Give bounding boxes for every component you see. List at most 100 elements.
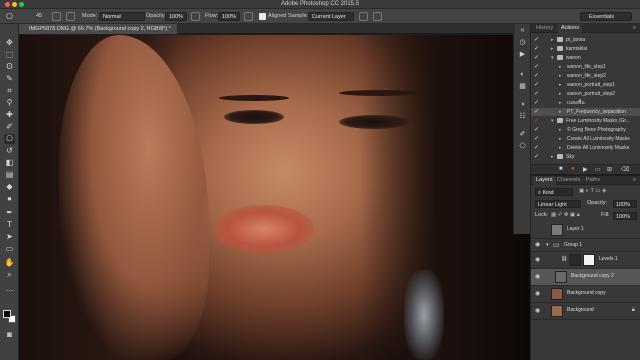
eyedropper-tool-icon[interactable]: ⚲ (4, 98, 15, 108)
mask-thumbnail[interactable] (583, 254, 595, 266)
zoom-tool-icon[interactable]: ⌕ (4, 270, 15, 280)
layer-name[interactable]: Background copy (567, 290, 606, 296)
expand-arrow-icon[interactable]: ▸ (559, 81, 562, 89)
collapse-arrows-icon[interactable]: « (518, 26, 527, 35)
layer-name[interactable]: Background (567, 307, 594, 313)
collapse-arrow-icon[interactable]: ▾ (551, 117, 554, 125)
tab-history[interactable]: History (533, 24, 556, 33)
ignore-adjustment-layers-icon[interactable] (359, 12, 368, 21)
check-icon[interactable]: ✓ (534, 126, 539, 134)
visibility-off-icon[interactable] (535, 227, 541, 233)
layer-name[interactable]: Layer 1 (567, 226, 584, 232)
check-icon[interactable]: ✓ (534, 117, 539, 125)
opacity-field[interactable]: 100% (165, 12, 187, 21)
expand-arrow-icon[interactable]: ▸ (559, 63, 562, 71)
eye-icon[interactable]: ◉ (535, 257, 541, 263)
quick-select-tool-icon[interactable]: ✎ (4, 74, 15, 84)
check-icon[interactable]: ✓ (534, 36, 539, 44)
move-tool-icon[interactable]: ✥ (4, 38, 15, 48)
action-set-luminosity[interactable]: ✓ ▾ Free Luminosity Masks (Gr... (531, 117, 640, 125)
clone-source-icon[interactable]: ⎔ (518, 142, 527, 151)
aligned-checkbox[interactable] (259, 13, 266, 20)
action-set-pt-lanna[interactable]: ✓ ▸ pt_lanna (531, 36, 640, 44)
clone-source-panel-icon[interactable] (66, 12, 75, 21)
clone-stamp-preset-icon[interactable]: ⎔ (6, 12, 15, 21)
lasso-tool-icon[interactable]: ʘ (4, 62, 15, 72)
crop-tool-icon[interactable]: ⌗ (4, 86, 15, 96)
check-icon[interactable]: ✓ (534, 54, 539, 62)
brush-size-value[interactable]: 45 (36, 12, 42, 21)
healing-tool-icon[interactable]: ✚ (4, 110, 15, 120)
check-icon[interactable]: ✓ (534, 144, 539, 152)
expand-arrow-icon[interactable]: ▸ (559, 72, 562, 80)
check-icon[interactable]: ✓ (534, 72, 539, 80)
hand-tool-icon[interactable]: ✋ (4, 258, 15, 268)
expand-arrow-icon[interactable]: ▸ (559, 99, 562, 107)
marquee-tool-icon[interactable]: ⬚ (4, 50, 15, 60)
check-icon[interactable]: ✓ (534, 45, 539, 53)
layer-name[interactable]: Group 1 (564, 242, 582, 248)
document-canvas[interactable] (19, 35, 530, 360)
new-set-icon[interactable]: ▭ (595, 166, 601, 173)
layer-row-background-copy-2[interactable]: ◉ Background copy 2 (531, 269, 640, 286)
action-item[interactable]: ✓ ▸ Create All Luminosity Masks (531, 135, 640, 143)
play-icon[interactable]: ▶ (583, 166, 588, 173)
layer-row-group-1[interactable]: ◉ ▾ ▭ Group 1 (531, 239, 640, 252)
history-icon[interactable]: ◷ (518, 38, 527, 47)
sample-select[interactable]: Current Layer (308, 12, 354, 21)
flow-field[interactable]: 100% (218, 12, 240, 21)
action-item-selected[interactable]: ✓ ▸ PT_Frequency_separation (531, 108, 640, 116)
eye-icon[interactable]: ◉ (535, 291, 541, 297)
expand-arrow-icon[interactable]: ▸ (551, 153, 554, 161)
expand-arrow-icon[interactable]: ▸ (559, 90, 562, 98)
path-select-tool-icon[interactable]: ➤ (4, 232, 15, 242)
action-set-wanon[interactable]: ✓ ▾ wanon (531, 54, 640, 62)
color-icon[interactable]: ◐ (518, 70, 527, 79)
record-icon[interactable]: ● (571, 166, 575, 172)
action-item[interactable]: ✓ ▸ wanon_portrait_step1 (531, 81, 640, 89)
pressure-size-icon[interactable] (373, 12, 382, 21)
trash-icon[interactable]: ⌫ (621, 166, 629, 173)
layer-name[interactable]: Background copy 2 (571, 273, 614, 279)
clone-stamp-tool-icon[interactable]: ⎔ (4, 134, 15, 144)
check-icon[interactable]: ✓ (534, 81, 539, 89)
panel-menu-icon[interactable]: ≡ (630, 176, 639, 185)
action-item[interactable]: ✓ ▸ wanon_life_step1 (531, 63, 640, 71)
expand-arrow-icon[interactable]: ▸ (551, 45, 554, 53)
layer-row-background-copy[interactable]: ◉ Background copy (531, 286, 640, 303)
expand-arrow-icon[interactable]: ▸ (559, 144, 562, 152)
check-icon[interactable]: ✓ (534, 135, 539, 143)
quick-mask-icon[interactable]: ◙ (4, 330, 15, 340)
layer-row-levels-1[interactable]: ◉ ⛓ Levels 1 (531, 252, 640, 269)
layer-row-background[interactable]: ◉ Background 🔒︎ (531, 303, 640, 320)
blend-mode-select[interactable]: Linear Light (535, 200, 581, 208)
adjustments-icon[interactable]: ◑ (518, 100, 527, 109)
expand-arrow-icon[interactable]: ▸ (559, 108, 562, 116)
blur-tool-icon[interactable]: ◆ (4, 182, 15, 192)
properties-icon[interactable]: ☷ (518, 112, 527, 121)
pressure-opacity-icon[interactable] (191, 12, 200, 21)
actions-icon[interactable]: ▶ (518, 50, 527, 59)
action-item[interactable]: ✓ ▸ © Greg Benz Photography (531, 126, 640, 134)
workspace-switcher[interactable]: Essentials (580, 12, 632, 21)
stop-icon[interactable]: ■ (559, 166, 563, 172)
panel-menu-icon[interactable]: ≡ (630, 24, 639, 33)
expand-arrow-icon[interactable]: ▸ (559, 135, 562, 143)
eye-icon[interactable]: ◉ (535, 242, 541, 248)
airbrush-icon[interactable] (244, 12, 253, 21)
action-item[interactable]: ✓ ▸ wanon_portrait_step2 (531, 90, 640, 98)
layer-row-layer-1[interactable]: Layer 1 (531, 222, 640, 239)
new-action-icon[interactable]: ⊞ (607, 166, 612, 173)
history-brush-tool-icon[interactable]: ↺ (4, 146, 15, 156)
mode-select[interactable]: Normal (99, 12, 145, 21)
tab-layers[interactable]: Layers (533, 176, 556, 185)
expand-arrow-icon[interactable]: ▸ (559, 126, 562, 134)
layer-name[interactable]: Levels 1 (599, 256, 618, 262)
check-icon[interactable]: ✓ (534, 63, 539, 71)
action-set-kamtaklai[interactable]: ✓ ▸ kamtaklai (531, 45, 640, 53)
tab-paths[interactable]: Paths (583, 176, 603, 185)
action-item[interactable]: ✓ ▸ เบลอพื้น (531, 99, 640, 107)
tab-actions[interactable]: Actions (558, 24, 583, 33)
eye-icon[interactable]: ◉ (535, 308, 541, 314)
swatches-icon[interactable]: ▦ (518, 82, 527, 91)
